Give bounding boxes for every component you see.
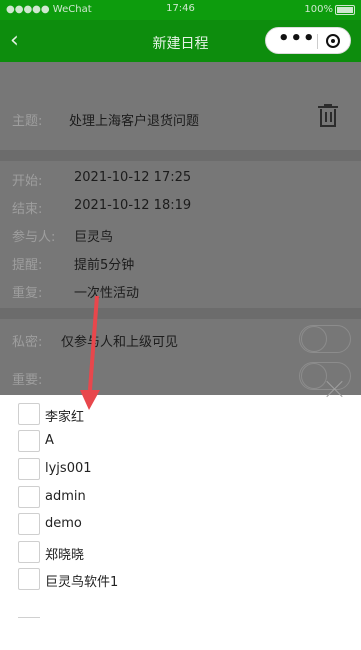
annotation-arrow	[80, 295, 100, 410]
arrow-head	[80, 390, 100, 410]
arrow-shaft	[88, 295, 99, 391]
